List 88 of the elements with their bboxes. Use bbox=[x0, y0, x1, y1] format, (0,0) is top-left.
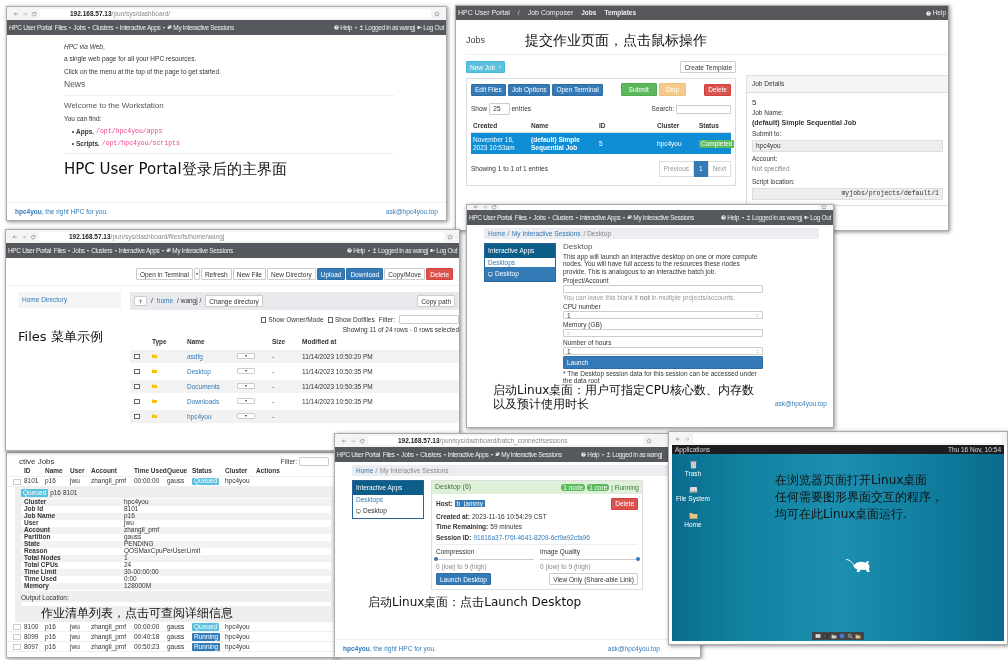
windows-icon bbox=[494, 452, 500, 457]
back-icon[interactable] bbox=[13, 10, 19, 17]
star-icon[interactable] bbox=[447, 233, 453, 240]
forward-icon[interactable] bbox=[482, 205, 488, 210]
user-icon bbox=[605, 452, 611, 457]
checkbox[interactable] bbox=[260, 317, 267, 323]
trash-icon[interactable] bbox=[688, 460, 698, 469]
filter-field[interactable] bbox=[399, 315, 459, 325]
help-icon bbox=[346, 248, 352, 253]
checkbox[interactable] bbox=[134, 368, 140, 374]
folder-icon[interactable] bbox=[831, 633, 837, 639]
caption: 均可在此Linux桌面运行. bbox=[775, 507, 909, 522]
star-icon[interactable] bbox=[646, 437, 652, 444]
folder-icon bbox=[152, 354, 157, 359]
slider[interactable] bbox=[540, 557, 638, 561]
reload-icon[interactable] bbox=[359, 437, 365, 444]
back-icon[interactable] bbox=[12, 233, 18, 240]
help-icon bbox=[580, 452, 586, 457]
file-actions-button[interactable] bbox=[237, 383, 255, 390]
page-title: Jobs bbox=[466, 34, 485, 46]
monitor-icon[interactable] bbox=[815, 633, 821, 639]
section-title: News bbox=[64, 80, 87, 91]
page-title: ctive Jobs bbox=[19, 457, 55, 467]
star-icon[interactable] bbox=[434, 10, 440, 17]
caption: 在浏览器页面打开Linux桌面 bbox=[775, 474, 929, 488]
form-title: Desktop bbox=[563, 243, 594, 253]
caption: 作业清单列表，点击可查阅详细信息 bbox=[41, 607, 234, 621]
windows-icon bbox=[626, 215, 632, 220]
star-icon[interactable] bbox=[821, 205, 827, 210]
caption: 启动Linux桌面：点击Launch Desktop bbox=[368, 596, 583, 610]
search-field[interactable] bbox=[676, 104, 731, 114]
file-actions-button[interactable] bbox=[237, 368, 255, 375]
caption: Files 菜单示例 bbox=[18, 329, 104, 345]
sign-out-icon bbox=[416, 25, 422, 30]
folder-icon bbox=[152, 399, 157, 404]
windows-icon bbox=[166, 25, 172, 30]
terminal-icon[interactable] bbox=[823, 633, 829, 639]
arrow-up-icon bbox=[138, 298, 143, 304]
file-actions-button[interactable] bbox=[237, 413, 255, 420]
dropdown-toggle[interactable] bbox=[193, 268, 200, 281]
forward-icon[interactable] bbox=[22, 10, 28, 17]
forward-icon[interactable] bbox=[350, 437, 356, 444]
sign-out-icon bbox=[803, 215, 809, 220]
caption: HPC User Portal登录后的主界面 bbox=[64, 160, 288, 178]
sign-out-icon bbox=[429, 248, 435, 253]
monitor-icon bbox=[488, 271, 493, 277]
user-icon bbox=[371, 248, 377, 253]
reload-icon[interactable] bbox=[30, 233, 36, 240]
folder-icon bbox=[152, 414, 157, 419]
input-field[interactable] bbox=[563, 284, 763, 293]
checkbox[interactable] bbox=[134, 398, 140, 404]
caption: 任何需要图形界面交互的程序， bbox=[775, 490, 943, 505]
folder-icon bbox=[152, 369, 157, 374]
file-actions-button[interactable] bbox=[237, 353, 255, 360]
news-title: Welcome to the Workstation bbox=[64, 101, 165, 111]
magnifier-icon[interactable] bbox=[847, 633, 853, 639]
slider[interactable] bbox=[436, 557, 534, 561]
caption: 启动Linux桌面：用户可指定CPU核心数、内存数以及预计使用时长 bbox=[493, 383, 755, 412]
checkbox[interactable] bbox=[134, 413, 140, 419]
windows-icon bbox=[165, 248, 171, 253]
forward-icon[interactable] bbox=[21, 233, 27, 240]
help-icon bbox=[333, 25, 339, 30]
user-icon bbox=[358, 25, 364, 30]
drive-icon[interactable] bbox=[688, 485, 698, 495]
folder-icon[interactable] bbox=[688, 510, 698, 520]
forward-icon[interactable] bbox=[684, 435, 690, 442]
job-id: 5 bbox=[752, 97, 758, 107]
help-icon bbox=[720, 215, 726, 220]
reload-icon[interactable] bbox=[491, 205, 497, 210]
filter-field[interactable] bbox=[299, 457, 329, 467]
caption: 提交作业页面，点击鼠标操作 bbox=[525, 32, 707, 49]
monitor-icon bbox=[356, 508, 361, 514]
checkbox[interactable] bbox=[327, 317, 333, 323]
help-icon bbox=[926, 10, 932, 16]
reload-icon[interactable] bbox=[31, 10, 37, 17]
back-icon[interactable] bbox=[675, 435, 681, 442]
back-icon[interactable] bbox=[341, 437, 347, 444]
up-button[interactable] bbox=[134, 296, 147, 307]
folder-icon[interactable] bbox=[855, 633, 861, 639]
folder-icon bbox=[152, 384, 157, 389]
checkbox[interactable] bbox=[134, 353, 140, 359]
input-field[interactable] bbox=[563, 329, 763, 338]
globe-icon[interactable] bbox=[839, 633, 845, 639]
checkbox[interactable] bbox=[134, 383, 140, 389]
collapse-toggle[interactable] bbox=[13, 478, 21, 485]
file-actions-button[interactable] bbox=[237, 398, 255, 405]
user-icon bbox=[745, 215, 751, 220]
back-icon[interactable] bbox=[473, 205, 479, 210]
